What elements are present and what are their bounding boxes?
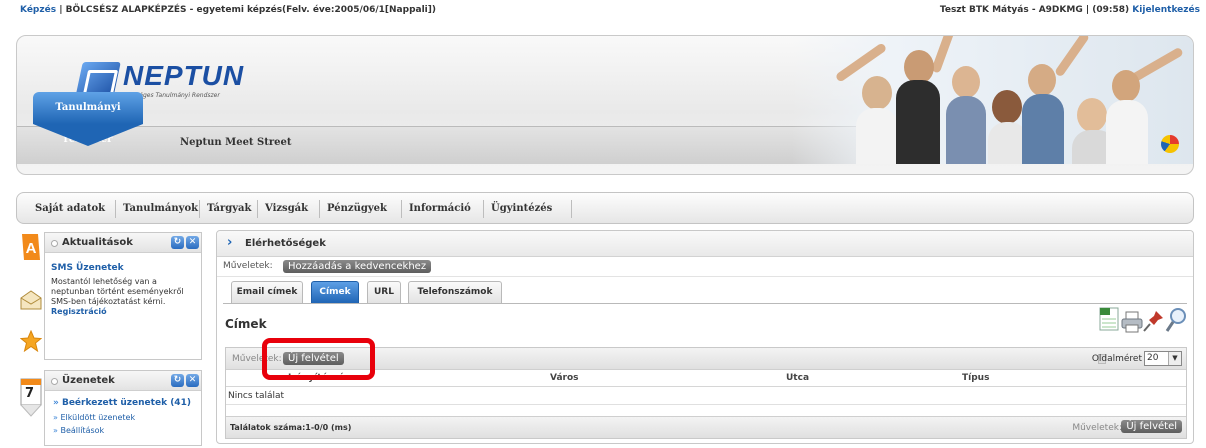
chevron-right-icon: » xyxy=(53,426,58,435)
column-tipus[interactable]: Típus xyxy=(962,373,989,383)
logo-word: NEPTUN xyxy=(123,60,245,91)
messages-panel-title: Üzenetek xyxy=(62,375,115,386)
footer-operations-label: Műveletek: xyxy=(1072,423,1122,433)
settings-label: Beállítások xyxy=(60,426,105,435)
menu-informacio[interactable]: Információ xyxy=(409,203,471,214)
operations-label: Műveletek: xyxy=(223,261,273,271)
refresh-icon[interactable]: ↻ xyxy=(171,374,184,387)
news-panel: Aktualitások ↻ ✕ SMS Üzenetek Mostantól … xyxy=(44,232,202,360)
menu-tanulmanyok[interactable]: Tanulmányok xyxy=(123,203,198,214)
empty-result-text: Nincs találat xyxy=(228,391,285,401)
menu-vizsgak[interactable]: Vizsgák xyxy=(265,203,308,214)
messages-panel-header: Üzenetek ↻ ✕ xyxy=(45,371,201,391)
page-size-label: Oldalméret xyxy=(1091,354,1142,364)
chevron-right-icon: » xyxy=(53,398,59,408)
chevron-right-icon: » xyxy=(53,413,58,422)
calendar-day: 7 xyxy=(25,386,35,401)
settings-link[interactable]: » Beállítások xyxy=(53,426,201,439)
tab-email-cimek[interactable]: Email címek xyxy=(231,281,303,303)
footer-new-record-button[interactable]: Új felvétel xyxy=(1121,420,1182,433)
calendar-icon[interactable]: 7 xyxy=(20,378,42,421)
add-to-favorites-button[interactable]: Hozzáadás a kedvencekhez xyxy=(283,260,432,273)
header-banner: NEPTUN Egységes Tanulmányi Rendszer Nept… xyxy=(16,35,1194,175)
contacts-title-bar: › Elérhetőségek xyxy=(217,231,1193,257)
user-name: Teszt BTK Mátyás - A9DKMG xyxy=(939,5,1083,15)
envelope-icon[interactable] xyxy=(20,290,42,313)
menu-penzugyek[interactable]: Pénzügyek xyxy=(327,203,387,214)
pin-icon[interactable] xyxy=(1143,309,1165,336)
close-icon[interactable]: ✕ xyxy=(186,236,199,249)
print-icon[interactable] xyxy=(1121,311,1143,336)
panel-bullet-icon xyxy=(51,240,58,247)
tab-active-label: Tanulmányi rendszer xyxy=(33,92,143,145)
operations-bar: Műveletek: Hozzáadás a kedvencekhez xyxy=(217,257,1193,277)
chevron-down-icon: ▼ xyxy=(1168,352,1181,365)
menu-targyak[interactable]: Tárgyak xyxy=(207,203,251,214)
section-title: Címek xyxy=(225,317,267,331)
session-timer: | (09:58) xyxy=(1082,5,1133,15)
news-item-line-2: neptunban történt eseményekről xyxy=(51,287,184,296)
training-link[interactable]: Képzés xyxy=(20,5,56,15)
main-menu: Saját adatok Tanulmányok Tárgyak Vizsgák… xyxy=(16,192,1194,224)
search-icon[interactable] xyxy=(1165,307,1187,336)
inbox-link[interactable]: » Beérkezett üzenetek (41) xyxy=(53,398,201,413)
training-info: | BÖLCSÉSZ ALAPKÉPZÉS - egyetemi képzés(… xyxy=(56,5,436,15)
tab-tanulmanyi-rendszer[interactable]: Tanulmányi rendszer xyxy=(33,92,143,148)
menu-ugyintezes[interactable]: Ügyintézés xyxy=(491,203,552,214)
column-varos[interactable]: Város xyxy=(550,373,579,383)
menu-sajat-adatok[interactable]: Saját adatok xyxy=(35,203,105,214)
news-item-line-1: Mostantól lehetőség van a xyxy=(51,277,157,286)
contacts-panel: › Elérhetőségek Műveletek: Hozzáadás a k… xyxy=(216,230,1194,444)
table-row: Nincs találat xyxy=(226,387,1186,405)
inbox-label: Beérkezett üzenetek (41) xyxy=(61,398,191,408)
tab-telefonszamok[interactable]: Telefonszámok xyxy=(408,281,502,303)
sent-link[interactable]: » Elküldött üzenetek xyxy=(53,413,201,426)
tab-active-pointer xyxy=(33,124,143,146)
news-item-title[interactable]: SMS Üzenetek xyxy=(51,263,195,273)
tab-url[interactable]: URL xyxy=(367,281,401,303)
page-size-select[interactable]: 20 ▼ xyxy=(1144,351,1182,366)
top-bar: Képzés | BÖLCSÉSZ ALAPKÉPZÉS - egyetemi … xyxy=(20,2,1200,18)
news-icon[interactable]: A xyxy=(20,232,42,265)
grid-footer: Találatok száma:1-0/0 (ms) Műveletek: Új… xyxy=(226,416,1186,438)
refresh-icon[interactable]: ↻ xyxy=(171,236,184,249)
close-icon[interactable]: ✕ xyxy=(186,374,199,387)
chevron-right-icon: › xyxy=(227,235,233,250)
tab-cimek[interactable]: Címek xyxy=(311,281,359,303)
globe-icon[interactable] xyxy=(1161,135,1179,153)
column-utca[interactable]: Utca xyxy=(786,373,809,383)
svg-text:A: A xyxy=(26,240,37,257)
messages-panel: Üzenetek ↻ ✕ » Beérkezett üzenetek (41) … xyxy=(44,370,202,446)
excel-export-icon[interactable] xyxy=(1099,307,1119,334)
page-size-value: 20 xyxy=(1147,353,1159,363)
tab-neptun-meet-street[interactable]: Neptun Meet Street xyxy=(180,137,291,148)
news-panel-header: Aktualitások ↻ ✕ xyxy=(45,233,201,253)
tab-divider xyxy=(223,303,1187,304)
logout-link[interactable]: Kijelentkezés xyxy=(1132,5,1200,15)
panel-bullet-icon xyxy=(51,378,58,385)
header-people-photo xyxy=(792,36,1193,164)
highlight-box xyxy=(262,338,375,380)
results-count: Találatok száma:1-0/0 (ms) xyxy=(230,423,352,432)
registration-link[interactable]: Regisztráció xyxy=(51,307,195,317)
page-title: Elérhetőségek xyxy=(245,238,326,249)
news-panel-title: Aktualitások xyxy=(62,237,133,248)
sent-label: Elküldött üzenetek xyxy=(60,413,136,422)
news-item-line-3: SMS-ben tájékoztatást kérni. xyxy=(51,297,166,306)
star-icon[interactable] xyxy=(19,329,43,355)
